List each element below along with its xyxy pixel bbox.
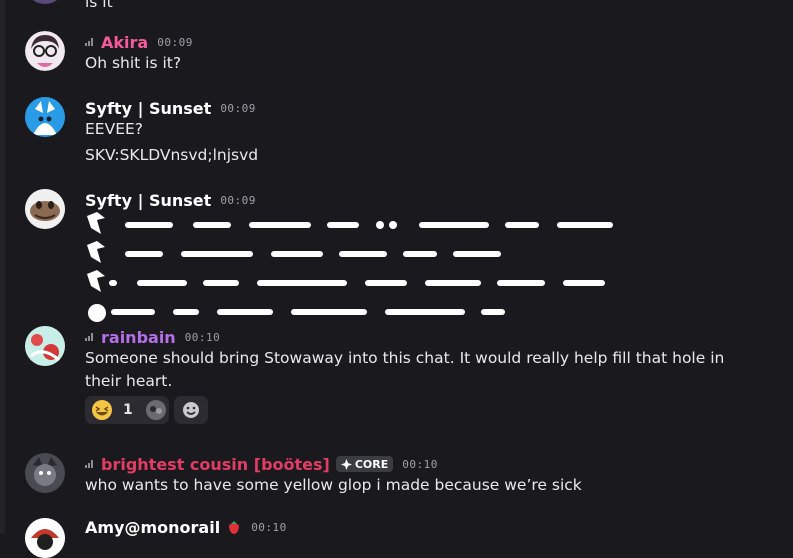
message-header: Akira 00:09 [85,31,193,53]
avatar-sunset[interactable] [25,97,65,137]
reaction-laughing[interactable]: 1 [85,396,169,424]
username[interactable]: Syfty | Sunset [85,191,211,210]
add-reaction-button[interactable] [174,396,208,424]
reaction-count: 1 [123,402,133,418]
add-reaction-icon [183,402,199,418]
timestamp: 00:09 [157,35,193,49]
signal-icon [85,460,95,468]
avatar-cousin[interactable] [25,453,65,493]
left-edge-bar [0,0,5,534]
core-badge: CORE [335,456,394,472]
glyph-text-line-3 [87,270,605,292]
chat-panel: is it Akira 00:09 Oh shit is it? Syfty |… [0,0,793,558]
username[interactable]: rainbain [101,328,176,347]
message-header: Syfty | Sunset 00:09 [85,97,256,119]
message-text: SKV:SKLDVnsvd;lnjsvd [85,146,259,164]
core-badge-icon [340,458,352,470]
glyph-text-line-2 [87,241,501,263]
grinning-squinting-face-icon [92,400,112,420]
amy-avatar-icon [25,518,65,558]
sunset-avatar-icon [25,97,65,137]
timestamp: 00:10 [402,457,438,471]
timestamp: 00:09 [220,193,256,207]
akira-avatar-icon [25,31,65,71]
cousin-avatar-icon [25,453,65,493]
timestamp: 00:10 [184,330,221,344]
username[interactable]: Akira [101,33,148,52]
message-text: Someone should bring Stowaway into this … [85,349,725,390]
custom-avatar-emoji-icon [145,400,166,420]
rainbain-avatar-icon [25,326,65,366]
badge-label: CORE [354,457,389,471]
message-header: Syfty | Sunset 00:09 [85,189,256,211]
avatar-partial[interactable] [25,0,65,4]
username[interactable]: Syfty | Sunset [85,99,211,118]
message-text: is it [85,0,113,11]
username[interactable]: brightest cousin [boötes] [101,455,330,474]
message-text: EEVEE? [85,120,144,138]
frog-avatar-icon [25,189,65,229]
avatar-akira[interactable] [25,31,65,71]
message-header: brightest cousin [boötes] CORE 00:10 [85,453,438,475]
avatar-rainbain[interactable] [25,326,65,366]
timestamp: 00:10 [251,520,287,534]
message-header: rainbain 00:10 [85,326,220,348]
signal-icon [85,38,95,46]
avatar-amy[interactable] [25,518,65,558]
message-text: Oh shit is it? [85,54,182,72]
avatar-sunset-2[interactable] [25,189,65,229]
timestamp: 00:09 [220,101,256,115]
signal-icon [85,333,95,341]
message-text: who wants to have some yellow glop i mad… [85,476,582,494]
strawberry-icon [229,521,240,534]
glyph-text-line-1 [87,212,613,234]
glyph-text-line-4 [88,304,505,322]
message-header: Amy@monorail 00:10 [85,516,287,538]
